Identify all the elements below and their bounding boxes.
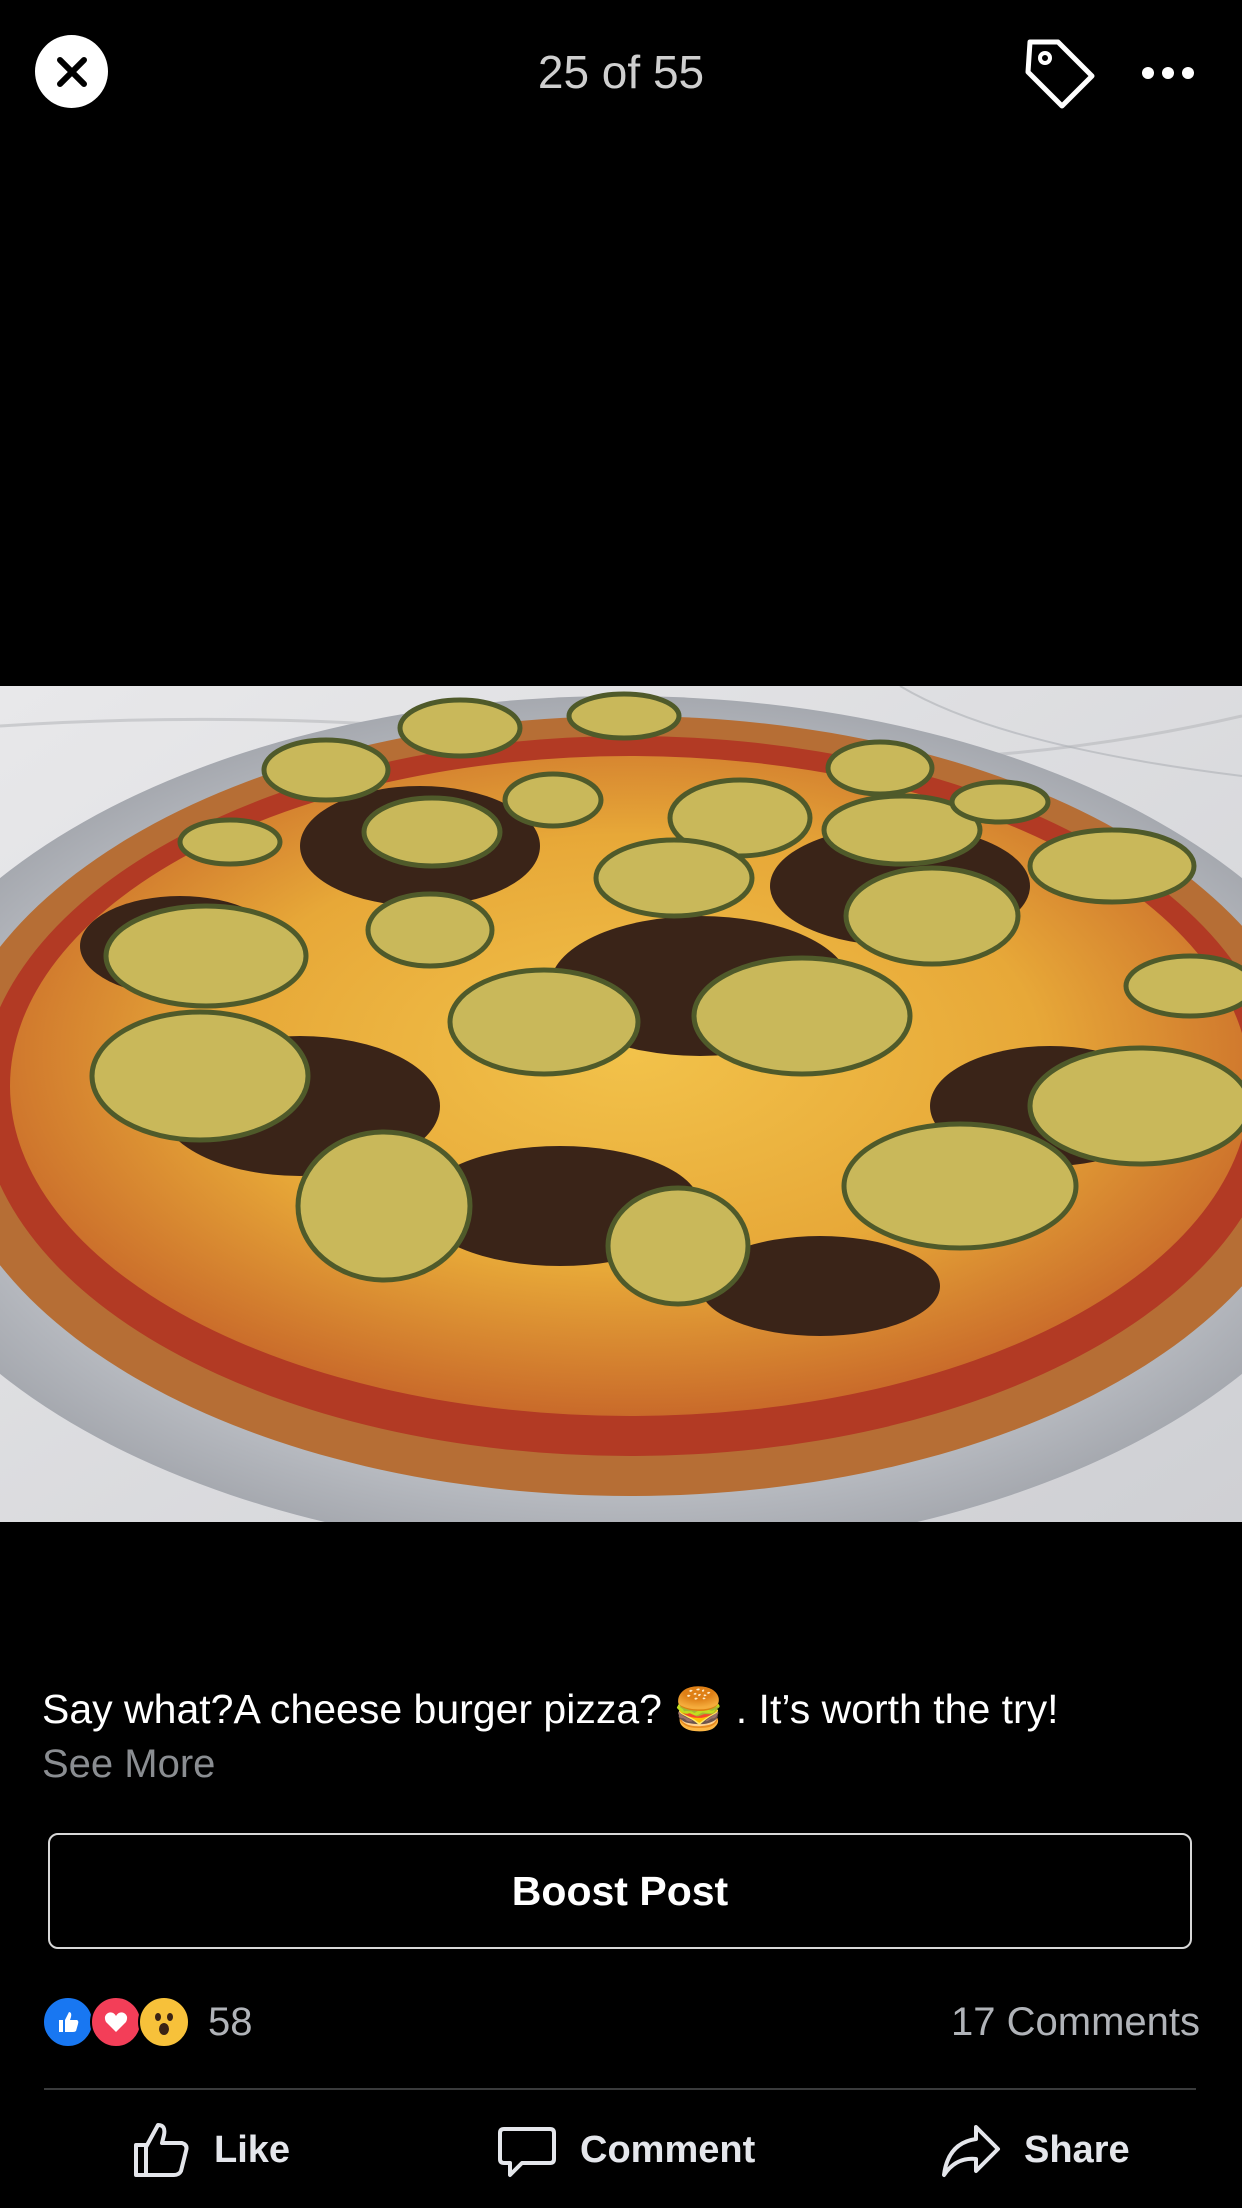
like-label: Like (214, 2128, 291, 2171)
like-reaction-icon (42, 1996, 94, 2048)
see-more-link[interactable]: See More (42, 1736, 215, 1792)
comment-icon (498, 2127, 556, 2177)
reaction-count: 58 (208, 1999, 253, 2044)
love-reaction-icon (90, 1996, 142, 2048)
like-button[interactable]: Like (130, 2115, 290, 2185)
comments-count[interactable]: 17 Comments (951, 1996, 1200, 2048)
photo-viewer: 25 of 55 Say what?A cheese burger pizza?… (0, 0, 1242, 2208)
share-button[interactable]: Share (940, 2115, 1130, 2185)
wow-reaction-icon (138, 1996, 190, 2048)
reactions-summary[interactable]: 58 (42, 1996, 253, 2048)
pizza-image (0, 686, 1242, 1522)
post-caption: Say what?A cheese burger pizza? 🍔 . It’s… (42, 1686, 1059, 1732)
tag-button[interactable] (1020, 34, 1100, 114)
more-icon (1142, 67, 1194, 79)
like-icon (134, 2123, 189, 2177)
tag-icon (1025, 39, 1095, 109)
boost-post-button[interactable]: Boost Post (48, 1833, 1192, 1949)
pizza-photo[interactable] (0, 686, 1242, 1522)
comment-label: Comment (580, 2128, 756, 2171)
more-options-button[interactable] (1138, 48, 1198, 98)
share-label: Share (1024, 2128, 1130, 2171)
share-icon (942, 2125, 1000, 2177)
divider (44, 2088, 1196, 2090)
comment-button[interactable]: Comment (496, 2115, 755, 2185)
